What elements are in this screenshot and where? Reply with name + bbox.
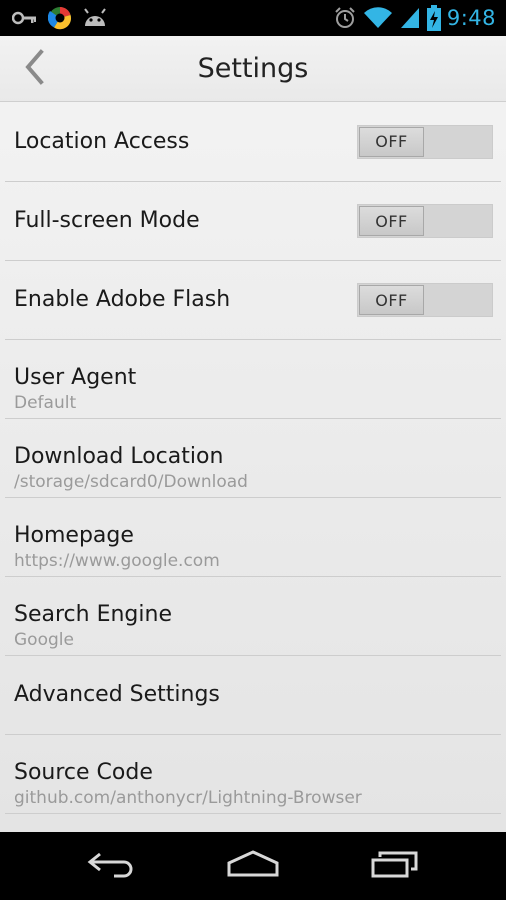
- key-icon: [12, 10, 38, 26]
- signal-icon: [399, 6, 421, 30]
- back-arrow-icon: [86, 849, 136, 883]
- location-access-toggle[interactable]: OFF: [357, 124, 493, 159]
- setting-subtitle: Default: [14, 393, 77, 413]
- nav-home-button[interactable]: [213, 841, 293, 891]
- page-title: Settings: [197, 53, 309, 84]
- action-bar: Settings: [0, 36, 506, 102]
- alarm-icon: [333, 6, 357, 30]
- setting-title: User Agent: [14, 365, 137, 390]
- setting-advanced-settings[interactable]: Advanced Settings: [5, 656, 501, 735]
- settings-list: Location Access OFF Full-screen Mode OFF…: [0, 102, 506, 814]
- system-icons: 9:48: [333, 5, 506, 31]
- battery-charging-icon: [426, 5, 441, 31]
- setting-source-code[interactable]: Source Code github.com/anthonycr/Lightni…: [5, 735, 501, 814]
- setting-enable-adobe-flash[interactable]: Enable Adobe Flash OFF: [5, 261, 501, 340]
- settings-screen: Settings Location Access OFF Full-screen…: [0, 36, 506, 832]
- chevron-left-icon: [23, 49, 47, 89]
- setting-homepage[interactable]: Homepage https://www.google.com: [5, 498, 501, 577]
- setting-user-agent[interactable]: User Agent Default: [5, 340, 501, 419]
- back-button[interactable]: [10, 44, 60, 94]
- toggle-thumb: OFF: [359, 285, 424, 315]
- nav-back-button[interactable]: [71, 841, 151, 891]
- setting-download-location[interactable]: Download Location /storage/sdcard0/Downl…: [5, 419, 501, 498]
- recent-apps-icon: [370, 849, 420, 883]
- setting-subtitle: github.com/anthonycr/Lightning-Browser: [14, 788, 362, 808]
- wifi-icon: [363, 6, 393, 30]
- setting-subtitle: Google: [14, 630, 74, 650]
- setting-search-engine[interactable]: Search Engine Google: [5, 577, 501, 656]
- setting-location-access[interactable]: Location Access OFF: [5, 102, 501, 182]
- setting-title: Download Location: [14, 444, 224, 469]
- nav-recent-apps-button[interactable]: [355, 841, 435, 891]
- android-icon: [82, 8, 108, 28]
- setting-title: Homepage: [14, 523, 134, 548]
- toggle-thumb: OFF: [359, 126, 424, 157]
- navigation-bar: [0, 832, 506, 900]
- toggle-thumb: OFF: [359, 206, 424, 236]
- setting-subtitle: https://www.google.com: [14, 551, 220, 571]
- chrome-like-icon: [48, 6, 72, 30]
- setting-title: Source Code: [14, 760, 153, 785]
- adobe-flash-toggle[interactable]: OFF: [357, 283, 493, 317]
- setting-full-screen-mode[interactable]: Full-screen Mode OFF: [5, 182, 501, 261]
- status-time: 9:48: [446, 6, 496, 30]
- status-bar: 9:48: [0, 0, 506, 36]
- setting-subtitle: /storage/sdcard0/Download: [14, 472, 248, 492]
- setting-title: Advanced Settings: [14, 682, 220, 707]
- setting-title: Search Engine: [14, 602, 172, 627]
- notification-icons: [0, 6, 108, 30]
- full-screen-toggle[interactable]: OFF: [357, 204, 493, 238]
- home-icon: [225, 849, 281, 883]
